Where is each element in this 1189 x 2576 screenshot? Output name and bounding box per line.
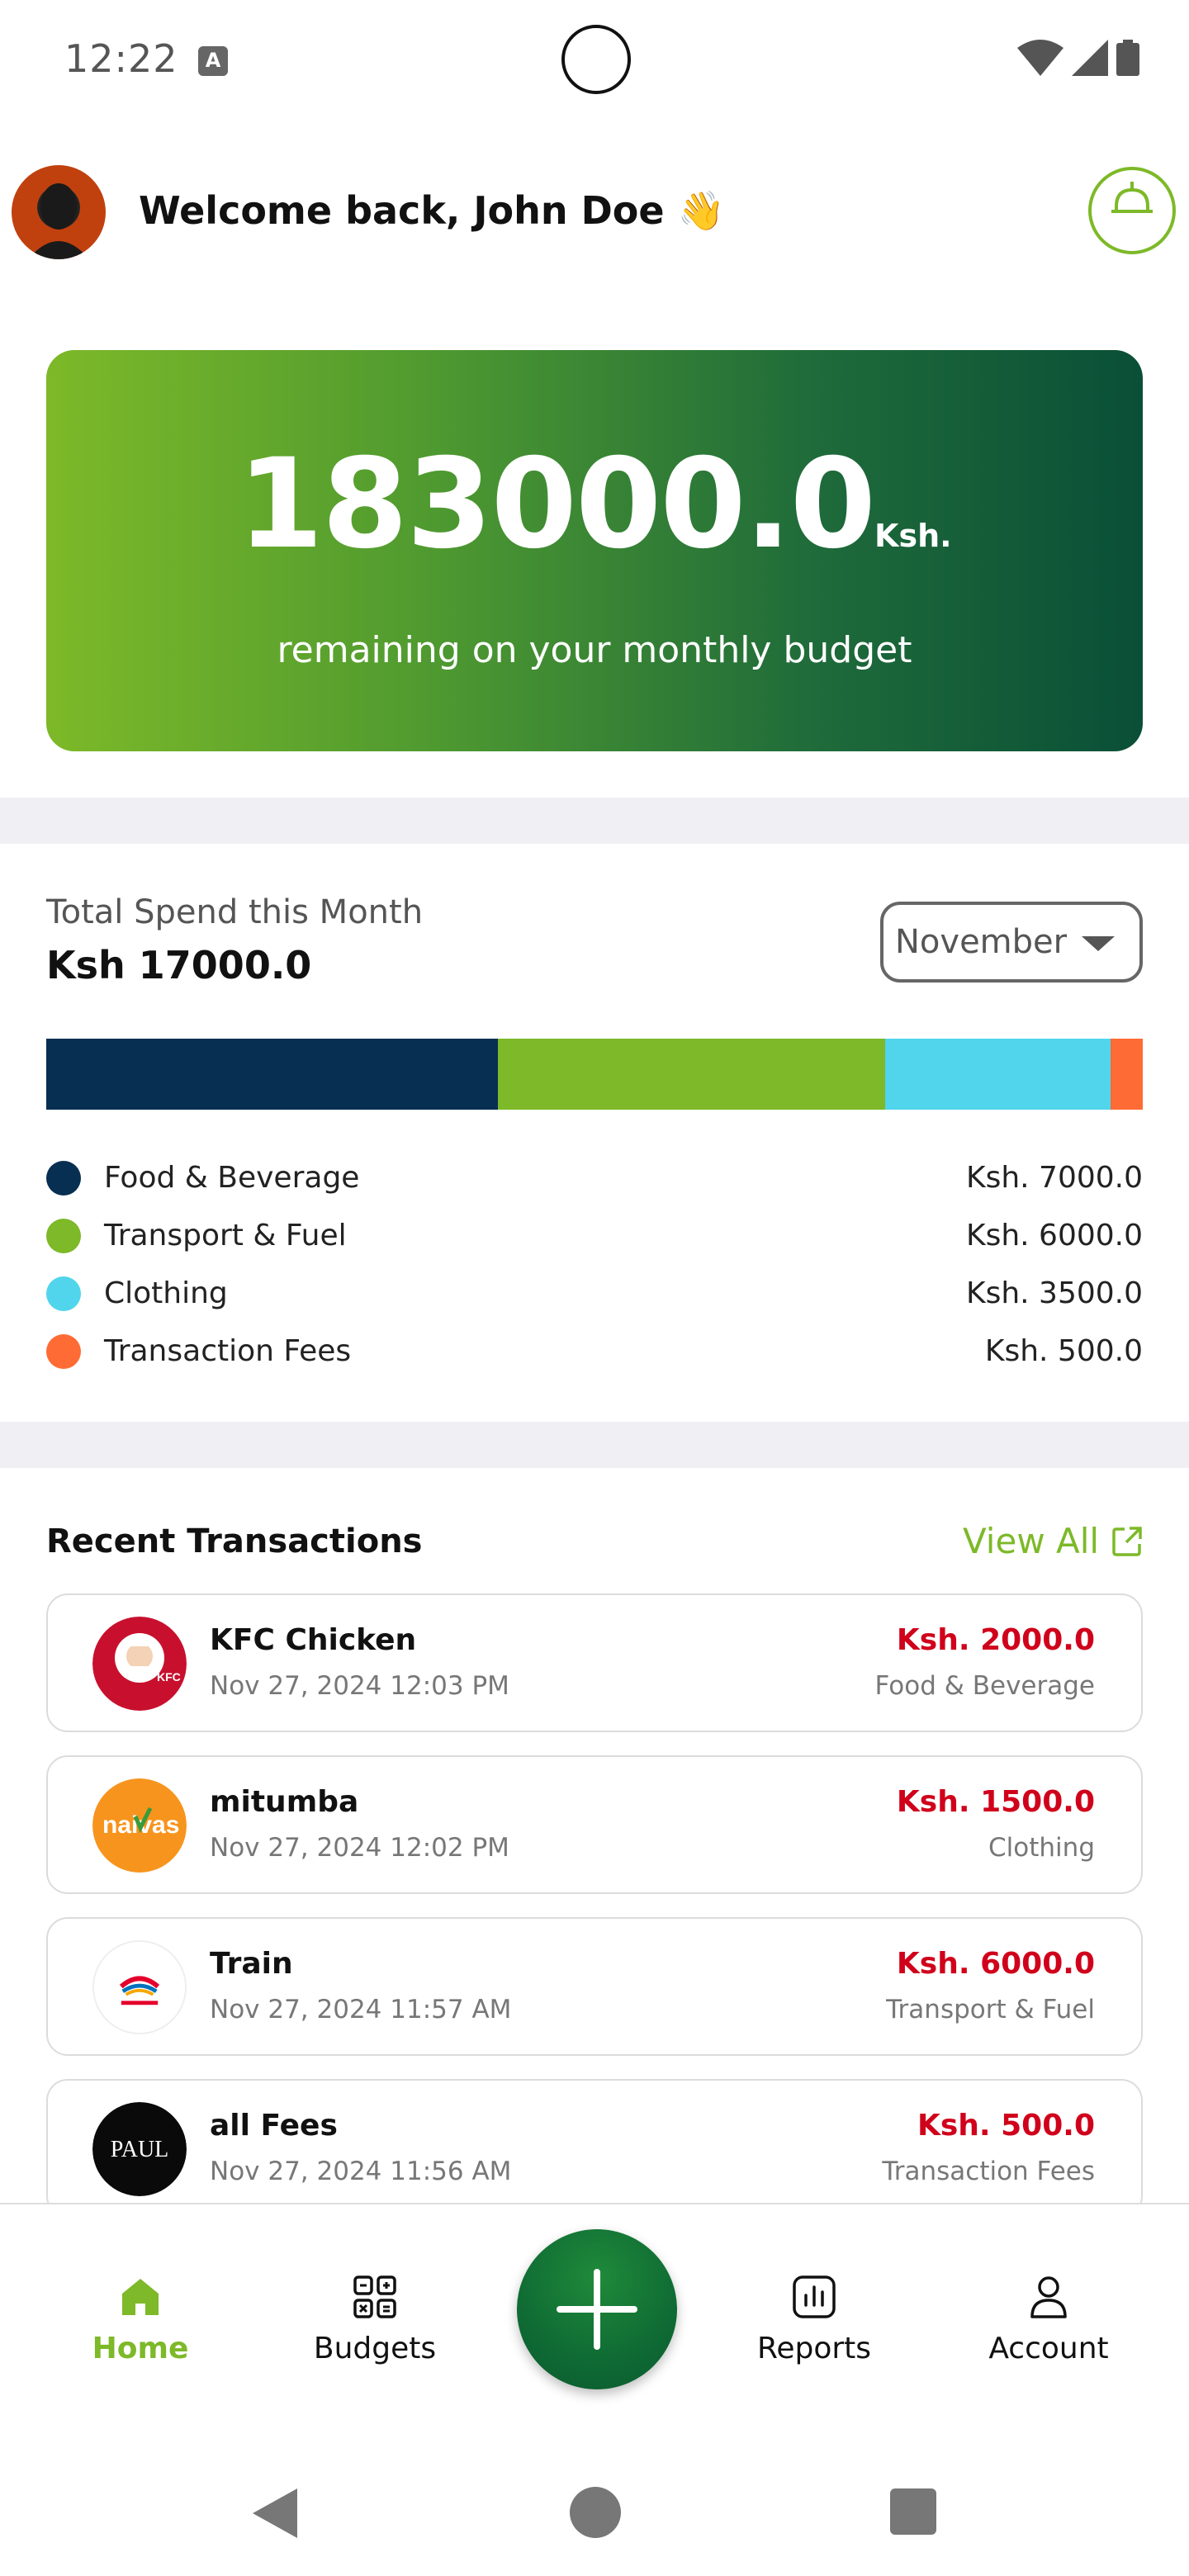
legend-category-name: Transport & Fuel [104,1219,347,1252]
plus-icon [557,2269,637,2350]
legend-category-value: Ksh. 500.0 [984,1334,1143,1368]
balance-currency: Ksh. [874,518,952,554]
bell-icon [1111,182,1153,213]
balance-amount-row: 183000.0Ksh. [46,433,1143,576]
transaction-name: KFC Chicken [210,1623,417,1657]
total-energies-logo [92,1940,187,2034]
nav-budgets-label: Budgets [313,2332,437,2365]
status-time: 12:22 [64,36,178,81]
signal-icon [1072,40,1108,76]
balance-subtitle: remaining on your monthly budget [277,629,912,671]
transaction-category: Transport & Fuel [886,1995,1095,2024]
section-divider [0,798,1189,844]
legend-category-value: Ksh. 6000.0 [965,1219,1143,1252]
spend-bar-segment [884,1039,1111,1110]
recent-transactions-title: Recent Transactions [46,1522,423,1560]
nav-home-label: Home [92,2332,189,2365]
notification-bell-button[interactable] [1088,167,1176,254]
spend-legend: Food & Beverage Ksh. 7000.0 Transport & Fu… [46,1158,1143,1389]
transaction-card[interactable]: Train Nov 27, 2024 11:57 AM Ksh. 6000.0 … [46,1917,1143,2056]
svg-text:KFC: KFC [157,1670,181,1683]
legend-category-value: Ksh. 3500.0 [965,1276,1143,1310]
transaction-name: all Fees [210,2109,338,2143]
nav-home[interactable]: Home [58,2272,223,2365]
transaction-amount: Ksh. 2000.0 [896,1623,1095,1657]
transaction-date: Nov 27, 2024 12:02 PM [210,1833,509,1863]
spend-bar-segment [1110,1039,1143,1110]
welcome-text: Welcome back, John Doe 👋 [139,188,725,233]
account-person-icon [1030,2276,1067,2318]
recents-square-icon[interactable] [890,2488,936,2535]
app-header: Welcome back, John Doe 👋 [0,157,1189,272]
view-all-link[interactable]: View All [963,1521,1099,1561]
transaction-category: Food & Beverage [874,1671,1095,1701]
external-link-icon[interactable] [1111,1526,1143,1557]
status-icons [1017,40,1139,76]
legend-category-name: Transaction Fees [104,1334,352,1368]
transaction-card[interactable]: KFC KFC Chicken Nov 27, 2024 12:03 PM Ks… [46,1593,1143,1732]
legend-category-value: Ksh. 7000.0 [965,1161,1143,1195]
transaction-name: mitumba [210,1785,359,1819]
legend-dot [46,1276,81,1311]
section-divider [0,1422,1189,1468]
legend-dot [46,1161,81,1196]
month-value: November [895,923,1068,961]
legend-category-name: Clothing [104,1276,228,1310]
nav-account-label: Account [988,2332,1109,2365]
nav-reports[interactable]: Reports [732,2272,897,2365]
camera-cutout [561,25,631,94]
spend-total: Ksh 17000.0 [46,943,312,987]
reports-chart-icon [793,2275,836,2318]
legend-item: Transaction Fees Ksh. 500.0 [46,1331,1143,1389]
home-icon [122,2279,159,2315]
notification-icon: A [198,46,228,76]
spend-bar-segment [497,1039,885,1110]
chevron-down-icon [1082,936,1115,951]
transaction-amount: Ksh. 1500.0 [896,1785,1095,1819]
home-circle-icon[interactable] [570,2487,621,2538]
transaction-card[interactable]: naivas mitumba Nov 27, 2024 12:02 PM Ksh… [46,1755,1143,1894]
month-dropdown[interactable]: November [880,902,1143,983]
system-navigation-bar [0,2442,1189,2576]
wifi-icon [1017,40,1063,76]
avatar[interactable] [12,165,106,259]
transaction-date: Nov 27, 2024 12:03 PM [210,1671,509,1701]
legend-item: Transport & Fuel Ksh. 6000.0 [46,1215,1143,1273]
back-icon[interactable] [249,2487,299,2540]
legend-dot [46,1219,81,1253]
transaction-category: Transaction Fees [882,2157,1095,2186]
spend-bar-segment [46,1039,498,1110]
transaction-date: Nov 27, 2024 11:56 AM [210,2157,512,2186]
legend-category-name: Food & Beverage [104,1161,360,1195]
nav-account[interactable]: Account [966,2272,1131,2365]
transaction-amount: Ksh. 500.0 [917,2109,1095,2143]
legend-item: Food & Beverage Ksh. 7000.0 [46,1158,1143,1215]
budget-balance-card[interactable]: 183000.0Ksh. remaining on your monthly b… [46,350,1143,751]
nav-budgets[interactable]: Budgets [292,2272,457,2365]
bottom-navigation: Home Budgets Reports Account [0,2203,1189,2442]
budgets-grid-icon [353,2275,396,2318]
naivas-logo: naivas [92,1778,187,1873]
paul-logo: PAUL [92,2102,187,2196]
balance-amount: 183000.0 [237,433,876,576]
spend-breakdown-bar [46,1039,1143,1110]
spend-label: Total Spend this Month [46,893,424,931]
kfc-logo: KFC [92,1617,187,1711]
legend-dot [46,1334,81,1369]
avatar-image [28,183,89,259]
status-bar: 12:22 A [0,0,1189,119]
transaction-category: Clothing [988,1833,1095,1863]
transaction-amount: Ksh. 6000.0 [896,1947,1095,1981]
add-transaction-button[interactable] [517,2229,677,2389]
svg-text:PAUL: PAUL [111,2137,169,2162]
transaction-card[interactable]: PAUL all Fees Nov 27, 2024 11:56 AM Ksh.… [46,2079,1143,2218]
transaction-name: Train [210,1947,293,1981]
battery-icon [1116,40,1139,76]
transaction-date: Nov 27, 2024 11:57 AM [210,1995,512,2024]
nav-reports-label: Reports [756,2332,872,2365]
legend-item: Clothing Ksh. 3500.0 [46,1273,1143,1331]
